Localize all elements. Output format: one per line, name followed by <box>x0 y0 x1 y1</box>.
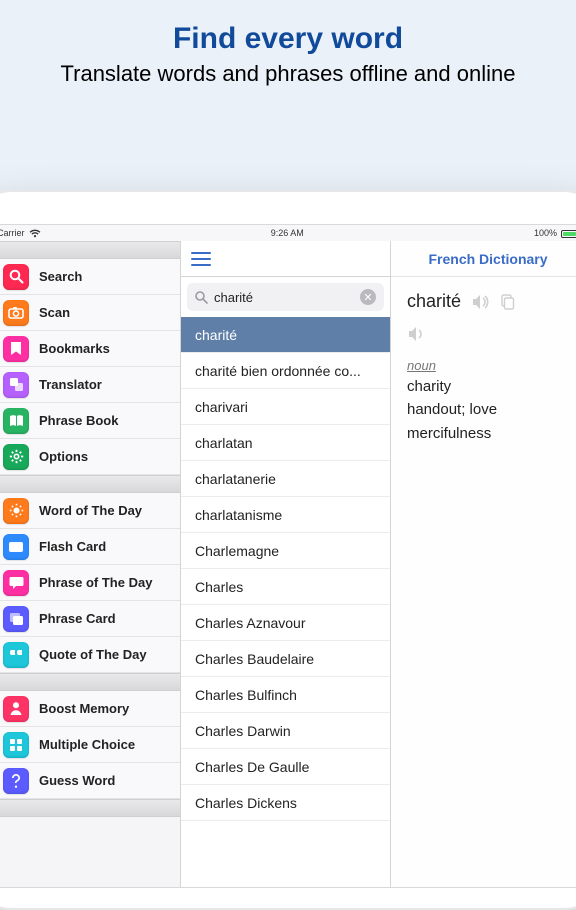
sidebar-item-quote-of-the-day[interactable]: Quote of The Day <box>0 637 180 673</box>
sidebar: Search Scan Bookmarks Translator Phrase Book… <box>0 241 181 887</box>
card-icon <box>3 534 29 560</box>
carrier-label: Carrier <box>0 228 25 238</box>
sidebar-item-flash-card[interactable]: Flash Card <box>0 529 180 565</box>
copy-icon[interactable] <box>499 294 515 310</box>
search-query: charité <box>214 290 354 305</box>
speaker-icon[interactable] <box>407 326 569 342</box>
word-row[interactable]: Charles <box>181 569 390 605</box>
word-row[interactable]: charivari <box>181 389 390 425</box>
word-row[interactable]: Charles De Gaulle <box>181 749 390 785</box>
promo-headline: Find every word <box>20 22 556 56</box>
quote-icon <box>3 642 29 668</box>
camera-icon <box>3 300 29 326</box>
person-icon <box>3 696 29 722</box>
battery-icon <box>561 228 576 238</box>
headword: charité <box>407 291 461 312</box>
sun-icon <box>3 498 29 524</box>
sidebar-item-label: Phrase of The Day <box>39 575 152 590</box>
definition-line: handout; love <box>407 398 569 421</box>
word-row[interactable]: Charles Aznavour <box>181 605 390 641</box>
speech-icon <box>3 570 29 596</box>
stack-icon <box>3 606 29 632</box>
word-row[interactable]: charité <box>181 317 390 353</box>
wordlist-toolbar <box>181 241 390 277</box>
sidebar-item-translator[interactable]: Translator <box>0 367 180 403</box>
sidebar-item-label: Multiple Choice <box>39 737 135 752</box>
sidebar-item-phrase-of-the-day[interactable]: Phrase of The Day <box>0 565 180 601</box>
promo-subline: Translate words and phrases offline and … <box>20 60 556 88</box>
word-column: charité ✕ charitécharité bien ordonnée c… <box>181 241 391 887</box>
word-row[interactable]: charité bien ordonnée co... <box>181 353 390 389</box>
part-of-speech: noun <box>407 358 569 373</box>
definitions: charityhandout; lovemercifulness <box>407 375 569 445</box>
definition-line: charity <box>407 375 569 398</box>
word-row[interactable]: charlatanisme <box>181 497 390 533</box>
sidebar-item-guess-word[interactable]: Guess Word <box>0 763 180 799</box>
sidebar-item-multiple-choice[interactable]: Multiple Choice <box>0 727 180 763</box>
clock: 9:26 AM <box>271 228 304 238</box>
battery-pct: 100% <box>534 228 557 238</box>
quiz-icon <box>3 768 29 794</box>
sidebar-item-phrase-book[interactable]: Phrase Book <box>0 403 180 439</box>
sidebar-item-label: Phrase Card <box>39 611 116 626</box>
phrasebook-icon <box>3 408 29 434</box>
word-row[interactable]: Charles Dickens <box>181 785 390 821</box>
sidebar-item-label: Quote of The Day <box>39 647 147 662</box>
word-row[interactable]: Charles Baudelaire <box>181 641 390 677</box>
sidebar-item-label: Options <box>39 449 88 464</box>
sidebar-item-scan[interactable]: Scan <box>0 295 180 331</box>
sidebar-item-label: Translator <box>39 377 102 392</box>
detail-pane: French Dictionary charité <box>391 241 576 887</box>
word-row[interactable]: charlatanerie <box>181 461 390 497</box>
search-icon <box>195 291 208 304</box>
sidebar-item-phrase-card[interactable]: Phrase Card <box>0 601 180 637</box>
sidebar-item-label: Scan <box>39 305 70 320</box>
sidebar-item-label: Flash Card <box>39 539 106 554</box>
gear-icon <box>3 444 29 470</box>
grid-icon <box>3 732 29 758</box>
bookmark-icon <box>3 336 29 362</box>
word-list[interactable]: charitécharité bien ordonnée co...chariv… <box>181 317 390 887</box>
speaker-icon[interactable] <box>471 294 489 310</box>
word-row[interactable]: Charles Darwin <box>181 713 390 749</box>
sidebar-item-search[interactable]: Search <box>0 259 180 295</box>
sidebar-item-label: Bookmarks <box>39 341 110 356</box>
sidebar-item-label: Boost Memory <box>39 701 129 716</box>
search-icon <box>3 264 29 290</box>
sidebar-item-boost-memory[interactable]: Boost Memory <box>0 691 180 727</box>
search-input[interactable]: charité ✕ <box>187 283 384 311</box>
definition-line: mercifulness <box>407 422 569 445</box>
translate-icon <box>3 372 29 398</box>
wifi-icon <box>29 229 41 238</box>
sidebar-item-word-of-the-day[interactable]: Word of The Day <box>0 493 180 529</box>
sidebar-item-label: Word of The Day <box>39 503 142 518</box>
word-row[interactable]: charlatan <box>181 425 390 461</box>
hamburger-icon[interactable] <box>191 252 211 266</box>
sidebar-item-label: Phrase Book <box>39 413 118 428</box>
sidebar-item-options[interactable]: Options <box>0 439 180 475</box>
status-bar: Carrier 9:26 AM 100% <box>0 225 576 241</box>
word-row[interactable]: Charles Bulfinch <box>181 677 390 713</box>
clear-icon[interactable]: ✕ <box>360 289 376 305</box>
word-row[interactable]: Charlemagne <box>181 533 390 569</box>
detail-title: French Dictionary <box>391 241 576 277</box>
device-frame: Carrier 9:26 AM 100% Search Scan Bookmarks… <box>0 190 576 910</box>
sidebar-item-label: Guess Word <box>39 773 115 788</box>
sidebar-item-label: Search <box>39 269 82 284</box>
sidebar-item-bookmarks[interactable]: Bookmarks <box>0 331 180 367</box>
app-screen: Carrier 9:26 AM 100% Search Scan Bookmarks… <box>0 224 576 888</box>
